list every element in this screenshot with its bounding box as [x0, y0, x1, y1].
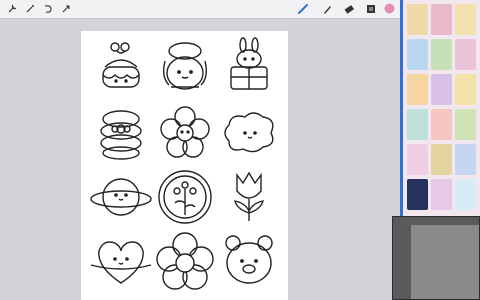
select-icon[interactable] [42, 2, 54, 15]
reference-thumbnail[interactable] [431, 4, 452, 35]
sticker-smiling-flower [153, 101, 217, 165]
reference-thumbnail[interactable] [431, 74, 452, 105]
reference-thumbnail[interactable] [431, 109, 452, 140]
reference-thumbnail[interactable] [407, 74, 428, 105]
reference-thumbnail[interactable] [407, 4, 428, 35]
reference-thumbnail[interactable] [455, 74, 476, 105]
reference-thumbnail[interactable] [455, 4, 476, 35]
sticker-bun-girl [153, 37, 217, 101]
sticker-bunny-gift [217, 37, 281, 101]
reference-thumbnail[interactable] [455, 179, 476, 210]
sticker-heart-face [89, 229, 153, 293]
top-toolbar [0, 0, 400, 19]
procreate-app [0, 0, 400, 300]
color-swatch[interactable] [383, 2, 395, 15]
reference-thumbnail[interactable] [431, 179, 452, 210]
sticker-cherry-cake [89, 37, 153, 101]
canvas-page[interactable] [81, 31, 288, 300]
sticker-round-flower [153, 165, 217, 229]
reference-thumbnail[interactable] [431, 144, 452, 175]
reference-thumbnail[interactable] [455, 109, 476, 140]
sticker-bear-face [217, 229, 281, 293]
sticker-tulip [217, 165, 281, 229]
pen-icon[interactable] [296, 2, 310, 15]
reference-thumbnail[interactable] [407, 179, 428, 210]
wrench-icon[interactable] [6, 2, 18, 15]
move-arrow-icon[interactable] [60, 2, 72, 15]
reference-thumbnail[interactable] [407, 144, 428, 175]
reference-thumbnail[interactable] [455, 144, 476, 175]
sticker-planet-face [89, 165, 153, 229]
preview-paper [411, 225, 479, 299]
reference-thumbnail[interactable] [407, 109, 428, 140]
reference-thumbnail[interactable] [455, 39, 476, 70]
sticker-flower-face [153, 229, 217, 293]
smudge-icon[interactable] [320, 2, 334, 15]
magic-wand-icon[interactable] [24, 2, 36, 15]
reference-preview[interactable] [392, 216, 480, 300]
layers-icon[interactable] [364, 2, 378, 15]
sticker-cloud-face [217, 101, 281, 165]
eraser-icon[interactable] [342, 2, 356, 15]
sticker-macaron-stack [89, 101, 153, 165]
reference-thumbnail[interactable] [431, 39, 452, 70]
reference-thumbnail[interactable] [407, 39, 428, 70]
